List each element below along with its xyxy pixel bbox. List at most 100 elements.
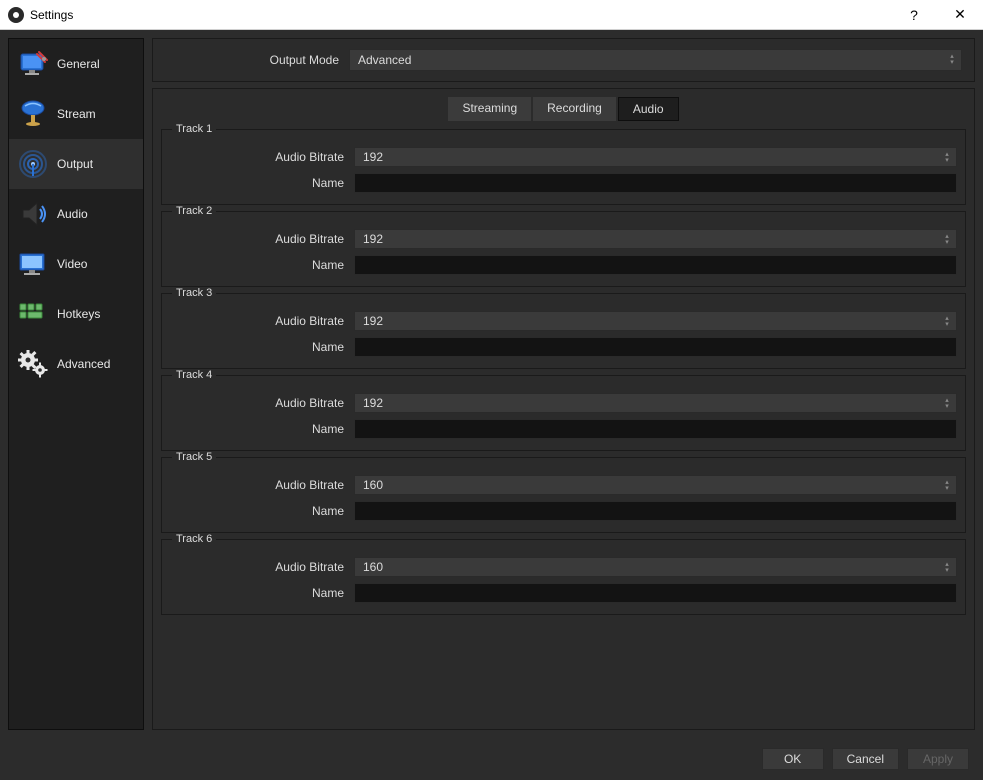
content-area: General Stream <box>0 30 983 738</box>
audio-bitrate-select[interactable]: 160 ▴▾ <box>354 557 957 577</box>
dropdown-arrows-icon: ▴▾ <box>942 232 952 248</box>
tab-audio[interactable]: Audio <box>618 97 679 121</box>
audio-bitrate-value: 192 <box>363 314 383 328</box>
output-mode-select[interactable]: Advanced ▴▾ <box>349 49 962 71</box>
track-group: Track 3Audio Bitrate192▴▾Name <box>161 293 966 369</box>
sidebar-item-general[interactable]: General <box>9 39 143 89</box>
name-label: Name <box>170 258 354 272</box>
tab-streaming[interactable]: Streaming <box>448 97 531 121</box>
name-row: Name <box>170 416 957 442</box>
general-icon <box>17 48 49 80</box>
audio-bitrate-row: Audio Bitrate 192 ▴▾ <box>170 308 957 334</box>
sidebar: General Stream <box>8 38 144 730</box>
stream-icon <box>17 98 49 130</box>
audio-bitrate-select[interactable]: 160 ▴▾ <box>354 475 957 495</box>
audio-bitrate-row: Audio Bitrate192▴▾ <box>170 226 957 252</box>
apply-button[interactable]: Apply <box>907 748 969 770</box>
audio-bitrate-value: 192 <box>363 232 383 246</box>
audio-bitrate-select[interactable]: 192 ▴▾ <box>354 393 957 413</box>
name-input[interactable] <box>354 255 957 275</box>
name-input[interactable] <box>354 173 957 193</box>
sidebar-item-label: Hotkeys <box>57 307 100 321</box>
sidebar-item-stream[interactable]: Stream <box>9 89 143 139</box>
audio-bitrate-label: Audio Bitrate <box>170 150 354 164</box>
track-group: Track 2Audio Bitrate192▴▾Name <box>161 211 966 287</box>
sidebar-item-label: Audio <box>57 207 88 221</box>
output-panel: Streaming Recording Audio Track 1 Audio B… <box>152 88 975 730</box>
name-row: Name <box>170 334 957 360</box>
video-icon <box>17 248 49 280</box>
audio-bitrate-row: Audio Bitrate 192 ▴▾ <box>170 390 957 416</box>
main-panel: Output Mode Advanced ▴▾ Streaming Record… <box>152 38 975 730</box>
audio-bitrate-select[interactable]: 192 ▴▾ <box>354 147 957 167</box>
name-input[interactable] <box>354 583 957 603</box>
track-group: Track 1Audio Bitrate192▴▾Name <box>161 129 966 205</box>
audio-bitrate-row: Audio Bitrate 192 ▴▾ <box>170 144 957 170</box>
name-row: Name <box>170 580 957 606</box>
output-tabs: Streaming Recording Audio <box>161 97 966 121</box>
sidebar-item-advanced[interactable]: Advanced <box>9 339 143 389</box>
tab-recording[interactable]: Recording <box>533 97 616 121</box>
audio-bitrate-select[interactable]: 192 ▴▾ <box>354 311 957 331</box>
track-group: Track 6Audio Bitrate160▴▾Name <box>161 539 966 615</box>
window-title: Settings <box>30 8 899 22</box>
audio-bitrate-value: 160 <box>363 560 383 574</box>
titlebar: Settings ? ✕ <box>0 0 983 30</box>
track-title: Track 6 <box>172 533 216 545</box>
audio-bitrate-row: Audio Bitrate160▴▾ <box>170 554 957 580</box>
dropdown-arrows-icon: ▴▾ <box>942 478 952 494</box>
dropdown-arrows-icon: ▴▾ <box>942 396 952 412</box>
hotkeys-icon <box>17 298 49 330</box>
dropdown-arrows-icon: ▴▾ <box>942 314 952 330</box>
dropdown-arrows-icon: ▴▾ <box>942 150 952 166</box>
audio-bitrate-value: 160 <box>363 478 383 492</box>
advanced-icon <box>17 348 49 380</box>
audio-icon <box>17 198 49 230</box>
sidebar-item-output[interactable]: Output <box>9 139 143 189</box>
sidebar-item-label: Output <box>57 157 93 171</box>
dropdown-arrows-icon: ▴▾ <box>947 52 957 68</box>
titlebar-buttons: ? ✕ <box>899 5 975 25</box>
close-button[interactable]: ✕ <box>945 5 975 25</box>
sidebar-item-label: General <box>57 57 100 71</box>
audio-bitrate-value: 192 <box>363 396 383 410</box>
sidebar-item-audio[interactable]: Audio <box>9 189 143 239</box>
track-title: Track 5 <box>172 451 216 463</box>
sidebar-item-label: Video <box>57 257 87 271</box>
track-title: Track 3 <box>172 287 216 299</box>
tracks-container: Track 1Audio Bitrate192▴▾NameTrack 2Audi… <box>161 129 966 615</box>
output-mode-row: Output Mode Advanced ▴▾ <box>152 38 975 82</box>
sidebar-item-hotkeys[interactable]: Hotkeys <box>9 289 143 339</box>
audio-bitrate-label: Audio Bitrate <box>170 314 354 328</box>
sidebar-item-video[interactable]: Video <box>9 239 143 289</box>
sidebar-item-label: Stream <box>57 107 96 121</box>
help-button[interactable]: ? <box>899 5 929 25</box>
output-mode-label: Output Mode <box>165 53 349 67</box>
name-label: Name <box>170 340 354 354</box>
track-group: Track 5Audio Bitrate160▴▾Name <box>161 457 966 533</box>
name-label: Name <box>170 586 354 600</box>
name-input[interactable] <box>354 337 957 357</box>
audio-bitrate-value: 192 <box>363 150 383 164</box>
settings-window: Settings ? ✕ General <box>0 0 983 780</box>
track-title: Track 1 <box>172 123 216 135</box>
dropdown-arrows-icon: ▴▾ <box>942 560 952 576</box>
name-input[interactable] <box>354 419 957 439</box>
name-label: Name <box>170 504 354 518</box>
sidebar-item-label: Advanced <box>57 357 110 371</box>
audio-bitrate-select[interactable]: 192 ▴▾ <box>354 229 957 249</box>
name-input[interactable] <box>354 501 957 521</box>
track-title: Track 2 <box>172 205 216 217</box>
name-row: Name <box>170 170 957 196</box>
name-row: Name <box>170 252 957 278</box>
cancel-button[interactable]: Cancel <box>832 748 899 770</box>
name-row: Name <box>170 498 957 524</box>
output-icon <box>17 148 49 180</box>
track-group: Track 4Audio Bitrate192▴▾Name <box>161 375 966 451</box>
output-mode-value: Advanced <box>358 53 411 67</box>
app-icon <box>8 7 24 23</box>
footer: OK Cancel Apply <box>0 738 983 780</box>
ok-button[interactable]: OK <box>762 748 824 770</box>
name-label: Name <box>170 422 354 436</box>
audio-bitrate-label: Audio Bitrate <box>170 396 354 410</box>
